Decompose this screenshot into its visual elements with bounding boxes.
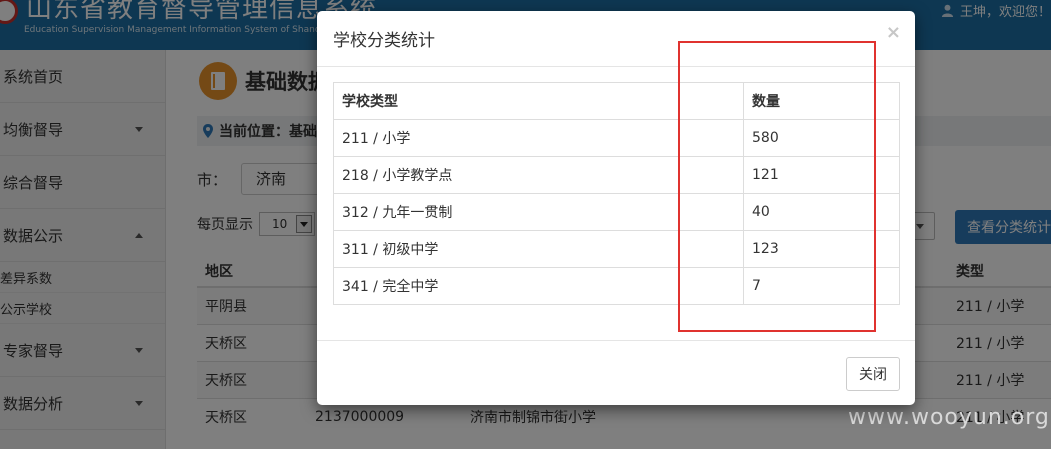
table-row: 341 / 完全中学 7 bbox=[333, 267, 900, 305]
modal-body: 学校类型 数量 211 / 小学 580 218 / 小学教学点 121 312… bbox=[333, 82, 900, 305]
category-stats-table: 学校类型 数量 211 / 小学 580 218 / 小学教学点 121 312… bbox=[333, 82, 900, 305]
modal-footer: 关闭 bbox=[317, 340, 915, 405]
column-header-school-type: 学校类型 bbox=[333, 82, 744, 120]
watermark: www.wooyun.org bbox=[848, 405, 1050, 430]
school-type-cell: 341 / 完全中学 bbox=[333, 267, 744, 305]
close-button[interactable]: 关闭 bbox=[846, 357, 900, 391]
table-row: 312 / 九年一贯制 40 bbox=[333, 193, 900, 231]
modal-title: 学校分类统计 bbox=[333, 31, 435, 51]
table-row: 311 / 初级中学 123 bbox=[333, 230, 900, 268]
school-type-cell: 312 / 九年一贯制 bbox=[333, 193, 744, 231]
column-header-count: 数量 bbox=[743, 82, 900, 120]
count-cell: 123 bbox=[743, 230, 900, 268]
modal-header: 学校分类统计 × bbox=[317, 11, 915, 67]
count-cell: 121 bbox=[743, 156, 900, 194]
school-type-cell: 211 / 小学 bbox=[333, 119, 744, 157]
table-header-row: 学校类型 数量 bbox=[333, 82, 900, 120]
close-icon[interactable]: × bbox=[886, 23, 901, 43]
table-row: 211 / 小学 580 bbox=[333, 119, 900, 157]
school-type-cell: 311 / 初级中学 bbox=[333, 230, 744, 268]
table-row: 218 / 小学教学点 121 bbox=[333, 156, 900, 194]
count-cell: 7 bbox=[743, 267, 900, 305]
count-cell: 580 bbox=[743, 119, 900, 157]
count-cell: 40 bbox=[743, 193, 900, 231]
school-type-cell: 218 / 小学教学点 bbox=[333, 156, 744, 194]
category-stats-modal: 学校分类统计 × 学校类型 数量 211 / 小学 580 218 / 小学教学… bbox=[317, 11, 915, 405]
